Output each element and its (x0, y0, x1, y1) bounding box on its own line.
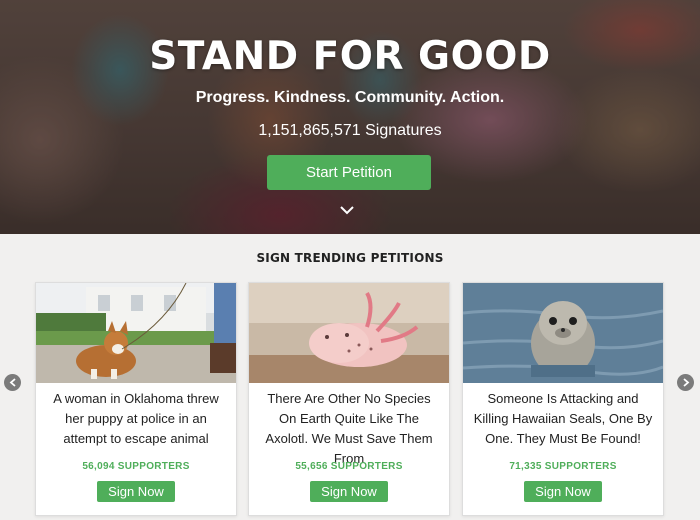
petition-card[interactable]: Someone Is Attacking and Killing Hawaiia… (462, 282, 664, 516)
start-petition-button[interactable]: Start Petition (267, 155, 431, 190)
petition-title[interactable]: Someone Is Attacking and Killing Hawaiia… (471, 389, 655, 449)
hero-content: STAND FOR GOOD Progress. Kindness. Commu… (0, 0, 700, 234)
supporters-count: 55,656 SUPPORTERS (295, 461, 403, 472)
petition-image[interactable] (36, 283, 236, 383)
sign-now-button[interactable]: Sign Now (310, 481, 388, 502)
hero-tagline: Progress. Kindness. Community. Action. (195, 89, 505, 106)
chevron-right-icon (683, 378, 690, 387)
petition-image[interactable] (249, 283, 449, 383)
chevron-left-icon (9, 378, 16, 387)
seal-photo (463, 283, 663, 383)
carousel-next-button[interactable] (677, 374, 694, 391)
sign-now-button[interactable]: Sign Now (524, 481, 602, 502)
petition-card[interactable]: There Are Other No Species On Earth Quit… (248, 282, 450, 516)
petition-title[interactable]: A woman in Oklahoma threw her puppy at p… (44, 389, 228, 449)
sign-now-button[interactable]: Sign Now (97, 481, 175, 502)
supporters-count: 56,094 SUPPORTERS (82, 461, 190, 472)
chevron-down-icon[interactable] (337, 203, 357, 217)
hero-banner: STAND FOR GOOD Progress. Kindness. Commu… (0, 0, 700, 234)
hero-title: STAND FOR GOOD (149, 34, 551, 79)
carousel-prev-button[interactable] (4, 374, 21, 391)
petition-title[interactable]: There Are Other No Species On Earth Quit… (257, 389, 441, 469)
petition-image[interactable] (463, 283, 663, 383)
supporters-count: 71,335 SUPPORTERS (509, 461, 617, 472)
signature-count: 1,151,865,571 Signatures (258, 122, 442, 139)
trending-heading: SIGN TRENDING PETITIONS (256, 251, 444, 265)
dog-photo (36, 283, 236, 383)
petition-card[interactable]: A woman in Oklahoma threw her puppy at p… (35, 282, 237, 516)
axolotl-photo (249, 283, 449, 383)
